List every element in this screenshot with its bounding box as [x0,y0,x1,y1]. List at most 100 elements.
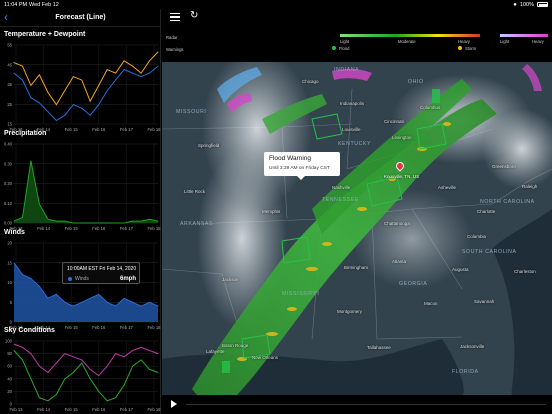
data-point [81,301,83,303]
y-tick-label: 0.20 [4,181,13,186]
status-time: 11:04 PM [4,1,28,8]
data-point [13,350,15,351]
data-point [81,359,83,361]
city-label: Jacksonville [460,344,485,349]
city-label: Montgomery [337,309,363,314]
data-point [13,72,15,74]
city-label: Lafayette [206,349,225,354]
state-label: MISSOURI [176,109,207,115]
data-point [115,79,117,81]
state-label: FLORIDA [452,369,479,375]
y-tick-label: 0.30 [4,161,13,166]
data-point [149,301,150,303]
data-point [149,60,150,62]
timeline-track[interactable] [186,404,546,405]
city-label: Tallahassee [367,345,391,350]
hamburger-menu-icon[interactable] [170,13,180,21]
data-point [72,104,74,106]
flood-warning-callout[interactable]: Flood Warning Until 3:39 AM on Friday CS… [264,152,340,180]
data-point [106,400,108,402]
data-point [22,346,23,348]
city-label: Little Rock [184,189,206,194]
temperature-chart[interactable]: 5545352515Feb 13 Feb 14 Feb 15 Feb 16 Feb 17… [0,39,161,134]
data-point [81,79,83,81]
wifi-icon: ● [513,1,517,8]
data-point [47,111,49,113]
x-tick-label: Feb 16 [92,226,106,231]
y-tick-label: 45 [7,62,12,67]
y-tick-label: 60 [7,364,12,369]
data-point [140,76,142,77]
x-tick-label: Feb 13 [9,407,23,412]
city-label: Nashville [332,185,351,190]
data-point [106,222,108,224]
data-point [115,397,117,399]
city-label: Louisville [342,127,361,132]
data-point [106,365,108,367]
status-bar: 11:04 PM Wed Feb 12 ● 100% [0,0,552,9]
tooltip-time: 10:00AM EST Fri Feb 14, 2020 [67,266,137,272]
data-point [140,72,142,74]
data-point [47,297,49,299]
data-point [123,356,125,358]
data-point [149,350,150,351]
data-point [39,397,40,399]
legend-rain-moderate: Moderate [398,39,416,44]
data-point [98,391,100,392]
data-point [22,216,23,218]
data-point [157,353,159,354]
city-label: Cincinnati [384,119,404,124]
x-tick-label: Feb 15 [65,325,79,330]
city-label: Atlanta [392,259,407,264]
series-area [14,160,158,223]
city-label: Charlotte [477,209,496,214]
y-tick-label: 10 [7,280,12,285]
city-label: Chicago [302,79,319,84]
data-point [89,114,91,116]
legend-flood-label: Flood [339,46,350,51]
sky-chart[interactable]: 100 80 60 40 20 0Feb 13 Feb 14 Feb 15 Feb 16 Feb … [0,335,161,414]
x-tick-label: Feb 14 [37,226,51,231]
city-label: Chattanooga [384,221,410,226]
precipitation-chart[interactable]: 0.400.300.200.100.00Feb 13 Feb 14 Feb 15 Fe… [0,138,161,233]
data-point [39,102,40,104]
data-point [30,353,32,354]
city-label: Birmingham [344,265,369,270]
data-point [72,356,74,358]
data-point [39,365,40,367]
play-icon[interactable] [171,400,177,408]
data-point [47,92,49,93]
data-point [123,384,125,386]
radar-map[interactable]: ↻ Radar Warnings Light Moderate Heavy Li… [162,9,552,414]
precipitation-title: Precipitation [4,130,47,137]
city-label: Jackson [222,277,239,282]
city-label: Columbus [420,105,441,110]
data-point [30,97,32,99]
data-point [140,359,142,361]
data-point [98,222,100,224]
data-point [89,368,91,370]
data-point [123,297,125,299]
x-tick-label: Feb 18 [147,226,161,231]
y-tick-label: 100 [5,339,13,344]
data-point [39,74,40,76]
y-tick-label: 35 [7,82,12,87]
x-tick-label: Feb 17 [120,407,134,412]
city-label: Indianapolis [340,101,365,106]
data-point [106,301,108,303]
refresh-icon[interactable]: ↻ [190,11,198,21]
data-point [55,394,57,395]
y-tick-label: 0 [10,402,13,407]
winds-chart[interactable]: 20151050Feb 13 Feb 14 Feb 15 Feb 16 Feb 17 Fe… [0,237,161,332]
data-point [123,60,125,62]
state-label: GEORGIA [399,281,428,287]
data-point [89,378,91,380]
data-point [64,114,66,116]
data-point [13,220,15,222]
city-label: Augusta [452,267,469,272]
data-point [106,69,108,70]
series-line [13,65,159,122]
city-label: Asheville [438,185,457,190]
legend-snow-light: Light [500,39,510,44]
x-tick-label: Feb 15 [65,407,79,412]
